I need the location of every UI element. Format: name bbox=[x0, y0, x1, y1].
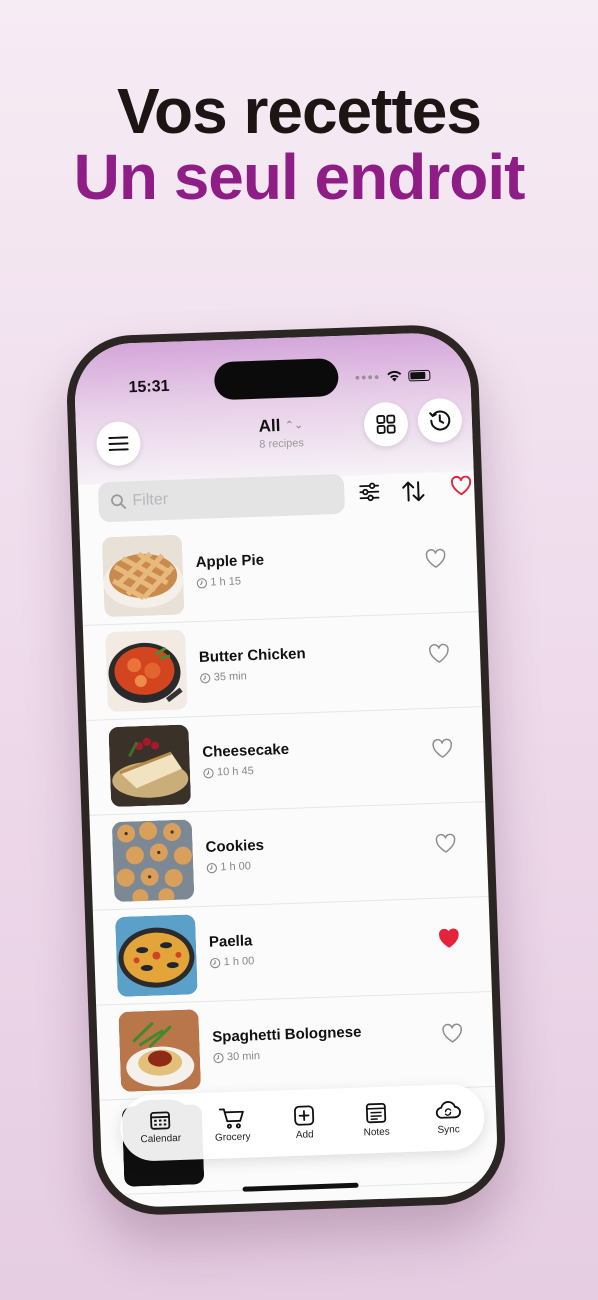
collection-selector[interactable]: All ⌃⌄ 8 recipes bbox=[236, 414, 327, 451]
tab-bar: Calendar Grocery Add Notes Sync bbox=[119, 1083, 486, 1162]
cookies-image bbox=[111, 819, 195, 903]
tab-notes[interactable]: Notes bbox=[340, 1101, 413, 1139]
tab-add[interactable]: Add bbox=[268, 1103, 341, 1141]
favorite-toggle[interactable] bbox=[428, 643, 451, 669]
top-gradient bbox=[73, 331, 474, 486]
clock-icon bbox=[210, 957, 221, 968]
clock-icon bbox=[203, 767, 214, 778]
paella-image bbox=[115, 914, 198, 998]
heart-outline-icon bbox=[429, 643, 449, 663]
cheesecake-image bbox=[108, 724, 192, 808]
recipe-thumbnail bbox=[115, 914, 198, 998]
heart-outline-icon bbox=[425, 548, 446, 568]
favorites-filter-button[interactable] bbox=[450, 475, 473, 501]
headline-line-2: Un seul endroit bbox=[73, 141, 526, 213]
grid-icon bbox=[376, 414, 396, 434]
list-item[interactable]: Cheesecake 10 h 45 bbox=[86, 707, 486, 816]
recipe-name: Butter Chicken bbox=[198, 645, 306, 666]
recipe-duration-text: 1 h 15 bbox=[210, 575, 242, 589]
battery-icon bbox=[408, 369, 431, 381]
sliders-icon bbox=[359, 482, 380, 502]
recipe-name: Cookies bbox=[205, 836, 265, 856]
sort-arrows-icon bbox=[402, 481, 425, 502]
recipe-duration: 1 h 00 bbox=[206, 860, 251, 874]
recipe-name: Paella bbox=[208, 932, 253, 951]
clock-icon bbox=[213, 1052, 224, 1063]
wifi-icon bbox=[387, 370, 402, 382]
calendar-icon bbox=[150, 1111, 171, 1130]
list-item[interactable]: Paella 1 h 00 bbox=[92, 897, 492, 1006]
recipe-duration: 35 min bbox=[200, 670, 247, 684]
status-time: 15:31 bbox=[128, 377, 170, 397]
tab-label: Grocery bbox=[214, 1131, 251, 1144]
search-icon bbox=[111, 494, 127, 509]
recipe-thumbnail bbox=[105, 629, 188, 713]
clock-icon bbox=[200, 672, 211, 683]
tab-label: Sync bbox=[437, 1124, 460, 1136]
list-item[interactable]: Apple Pie 1 h 15 bbox=[79, 517, 479, 627]
tab-grocery[interactable]: Grocery bbox=[196, 1106, 269, 1144]
recipe-duration: 1 h 00 bbox=[209, 955, 254, 969]
recipe-name: Spaghetti Bolognese bbox=[211, 1023, 362, 1046]
search-field[interactable] bbox=[97, 473, 346, 523]
clock-icon bbox=[196, 577, 208, 588]
favorite-toggle[interactable] bbox=[441, 1023, 464, 1049]
heart-filled-icon bbox=[438, 928, 459, 948]
plus-square-icon bbox=[294, 1105, 315, 1126]
tab-calendar[interactable]: Calendar bbox=[123, 1098, 198, 1157]
favorite-toggle[interactable] bbox=[431, 738, 454, 764]
tab-label: Add bbox=[295, 1129, 314, 1141]
app-screen: 15:31 ●●●● All ⌃⌄ 8 recipes Filter Apple… bbox=[73, 331, 499, 1209]
favorite-toggle[interactable] bbox=[438, 928, 461, 954]
recipe-thumbnail bbox=[101, 534, 185, 618]
heart-outline-icon bbox=[442, 1023, 462, 1043]
recipe-thumbnail bbox=[111, 819, 195, 903]
headline-line-1: Vos recettes bbox=[117, 75, 482, 147]
spaghetti-bolognese-image bbox=[118, 1009, 202, 1092]
favorite-toggle[interactable] bbox=[424, 548, 447, 574]
search-input[interactable] bbox=[130, 484, 335, 512]
recipe-duration: 10 h 45 bbox=[203, 765, 254, 779]
headline: Vos recettes Un seul endroit bbox=[0, 78, 598, 210]
recipe-duration-text: 30 min bbox=[226, 1050, 261, 1064]
butter-chicken-image bbox=[105, 629, 188, 713]
recipe-name: Cheesecake bbox=[202, 740, 290, 761]
heart-outline-icon bbox=[450, 475, 472, 496]
signal-icon: ●●●● bbox=[354, 371, 381, 383]
cart-icon bbox=[218, 1108, 244, 1129]
notes-icon bbox=[365, 1102, 387, 1124]
recipe-duration-text: 35 min bbox=[213, 670, 247, 684]
recipe-duration-text: 10 h 45 bbox=[216, 765, 254, 779]
collection-title: All bbox=[258, 415, 281, 436]
filter-settings-button[interactable] bbox=[358, 481, 381, 509]
apple-pie-image bbox=[101, 534, 185, 618]
heart-outline-icon bbox=[435, 833, 456, 853]
recipe-duration: 1 h 15 bbox=[196, 575, 241, 589]
hamburger-icon bbox=[108, 436, 129, 451]
cloud-sync-icon bbox=[435, 1101, 461, 1119]
recipe-thumbnail bbox=[118, 1009, 202, 1092]
recipe-duration-text: 1 h 00 bbox=[223, 955, 255, 969]
chevron-updown-icon: ⌃⌄ bbox=[284, 419, 304, 432]
phone-frame: 15:31 ●●●● All ⌃⌄ 8 recipes Filter Apple… bbox=[64, 323, 508, 1217]
recipe-thumbnail bbox=[108, 724, 192, 808]
history-icon bbox=[429, 410, 451, 431]
sort-button[interactable] bbox=[400, 479, 427, 509]
tab-label: Calendar bbox=[140, 1132, 182, 1146]
dynamic-island bbox=[213, 357, 339, 401]
heart-outline-icon bbox=[432, 738, 453, 758]
recipe-name: Apple Pie bbox=[195, 551, 265, 572]
clock-icon bbox=[206, 862, 217, 873]
list-item[interactable]: Cookies 1 h 00 bbox=[89, 802, 489, 911]
tab-label: Notes bbox=[363, 1126, 390, 1139]
recipe-duration-text: 1 h 00 bbox=[220, 860, 252, 874]
recipe-duration: 30 min bbox=[213, 1050, 260, 1064]
list-item[interactable]: Butter Chicken 35 min bbox=[82, 612, 482, 721]
tab-sync[interactable]: Sync bbox=[412, 1098, 485, 1136]
favorite-toggle[interactable] bbox=[434, 833, 457, 859]
